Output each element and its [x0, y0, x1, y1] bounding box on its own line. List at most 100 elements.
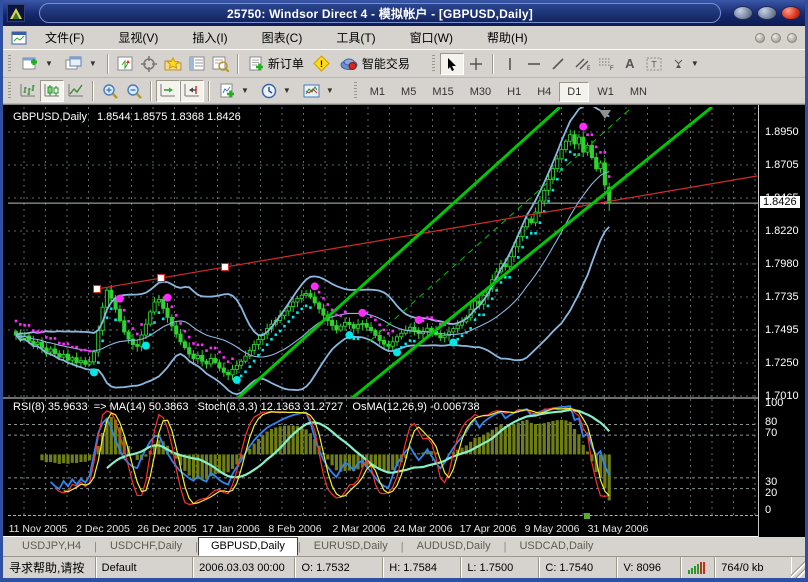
chart-ohlc-header: GBPUSD,Daily 1.8544 1.8575 1.8368 1.8426: [13, 111, 241, 123]
timeframe-H4[interactable]: H4: [529, 82, 559, 102]
text-label-tool[interactable]: T: [642, 53, 666, 75]
status-bar: 寻求帮助,请按 Default 2006.03.03 00:00 O: 1.75…: [3, 556, 805, 578]
connection-signal-icon: [681, 557, 715, 578]
mdi-close-button[interactable]: [787, 33, 797, 43]
favorites-icon[interactable]: [161, 53, 185, 75]
chart-tab[interactable]: USDCAD,Daily: [506, 537, 606, 556]
main-price-chart[interactable]: [8, 107, 758, 397]
resize-grip[interactable]: [791, 557, 805, 578]
status-close: C: 1.7540: [539, 557, 617, 578]
alert-icon[interactable]: !: [310, 53, 334, 75]
timeframe-M5[interactable]: M5: [393, 82, 424, 102]
expert-advisors-button[interactable]: 智能交易: [334, 53, 416, 75]
periods-button[interactable]: ▼: [255, 80, 297, 102]
text-tool[interactable]: A: [618, 53, 642, 75]
crosshair-tool-button[interactable]: [464, 53, 488, 75]
app-logo-icon: [7, 4, 25, 22]
toolbar-separator: [492, 54, 494, 74]
indicator-pane[interactable]: [8, 399, 758, 515]
price-axis-label: 1.7735: [765, 291, 799, 303]
timeframe-M30[interactable]: M30: [462, 82, 499, 102]
equidistant-channel-tool[interactable]: E: [570, 53, 594, 75]
svg-text:!: !: [320, 59, 323, 69]
toolbar-grip[interactable]: [8, 82, 11, 100]
menu-bar: 文件(F) 显视(V) 插入(I) 图表(C) 工具(T) 窗口(W) 帮助(H): [3, 26, 805, 50]
toolbar-separator: [107, 54, 109, 74]
indicator-scale-label: 0: [765, 504, 771, 516]
toolbar-grip[interactable]: [8, 55, 11, 73]
new-chart-button[interactable]: ▼: [16, 53, 59, 75]
timeframe-D1[interactable]: D1: [559, 82, 589, 102]
zoom-in-button[interactable]: [98, 80, 122, 102]
status-volume: V: 8096: [617, 557, 681, 578]
auto-scroll-button[interactable]: [156, 80, 180, 102]
indicators-button[interactable]: ▼: [214, 80, 255, 102]
timeframe-MN[interactable]: MN: [622, 82, 655, 102]
time-axis-label: 26 Dec 2005: [137, 523, 197, 535]
status-profile[interactable]: Default: [96, 557, 193, 578]
arrows-tool[interactable]: ▼: [666, 53, 705, 75]
timeframe-M15[interactable]: M15: [424, 82, 461, 102]
toolbar-separator: [237, 54, 239, 74]
chart-shift-button[interactable]: [180, 80, 204, 102]
chart-symbol-label: GBPUSD,Daily: [13, 111, 87, 123]
market-watch-icon[interactable]: [185, 53, 209, 75]
trendline-tool[interactable]: [546, 53, 570, 75]
toolbar-separator: [150, 81, 152, 101]
indicator-scale-label: 100: [765, 397, 783, 409]
crosshair-target-icon[interactable]: [137, 53, 161, 75]
bar-chart-button[interactable]: [16, 80, 40, 102]
fibonacci-tool[interactable]: F: [594, 53, 618, 75]
window-title: 25750: Windsor Direct 4 - 模拟帐户 - [GBPUSD…: [227, 5, 533, 22]
menu-item[interactable]: 帮助(H): [477, 28, 538, 48]
status-high: H: 1.7584: [383, 557, 461, 578]
chart-tab[interactable]: AUDUSD,Daily: [404, 537, 504, 556]
expert-advisors-label: 智能交易: [362, 55, 410, 72]
close-button[interactable]: [781, 6, 801, 20]
menu-item[interactable]: 工具(T): [326, 28, 385, 48]
chart-area[interactable]: GBPUSD,Daily1.8544 1.8575 1.8368 1.8426 …: [3, 104, 805, 536]
price-axis-label: 1.7495: [765, 324, 799, 336]
timeframe-H1[interactable]: H1: [499, 82, 529, 102]
chart-tab[interactable]: GBPUSD,Daily: [198, 537, 298, 556]
chart-tabs-bar: USDJPY,H4|USDCHF,Daily|GBPUSD,Daily|EURU…: [3, 536, 805, 556]
chart-tab[interactable]: USDCHF,Daily: [97, 537, 195, 556]
time-axis-label: 9 May 2006: [525, 523, 580, 535]
menu-item[interactable]: 插入(I): [182, 28, 237, 48]
svg-text:T: T: [651, 59, 657, 69]
chart-ohlc-values: 1.8544 1.8575 1.8368 1.8426: [97, 111, 241, 123]
time-axis-label: 17 Apr 2006: [460, 523, 517, 535]
toolbar-grip[interactable]: [354, 82, 357, 100]
minimize-button[interactable]: [733, 6, 753, 20]
timeframe-M1[interactable]: M1: [362, 82, 393, 102]
mdi-minimize-button[interactable]: [755, 33, 765, 43]
menu-item[interactable]: 显视(V): [108, 28, 168, 48]
status-datetime: 2006.03.03 00:00: [193, 557, 295, 578]
menu-item[interactable]: 图表(C): [252, 28, 313, 48]
maximize-button[interactable]: [757, 6, 777, 20]
timeframe-W1[interactable]: W1: [589, 82, 622, 102]
cursor-tool-button[interactable]: [440, 53, 464, 75]
zoom-out-button[interactable]: [122, 80, 146, 102]
new-order-button[interactable]: 新订单: [243, 53, 310, 75]
candlestick-button[interactable]: [40, 80, 64, 102]
chart-tab[interactable]: EURUSD,Daily: [301, 537, 401, 556]
profiles-button[interactable]: ▼: [59, 53, 103, 75]
chart-tab[interactable]: USDJPY,H4: [9, 537, 94, 556]
templates-button[interactable]: ▼: [297, 80, 340, 102]
price-axis-label: 1.8220: [765, 225, 799, 237]
line-chart-button[interactable]: [64, 80, 88, 102]
menu-item[interactable]: 窗口(W): [400, 28, 463, 48]
data-window-icon[interactable]: [209, 53, 233, 75]
toolbar-separator: [208, 81, 210, 101]
time-axis[interactable]: 11 Nov 20052 Dec 200526 Dec 200517 Jan 2…: [8, 522, 805, 537]
toolbar-grip[interactable]: [432, 55, 435, 73]
menu-item[interactable]: 文件(F): [35, 28, 94, 48]
tick-chart-icon[interactable]: [113, 53, 137, 75]
status-help: 寻求帮助,请按: [3, 557, 96, 578]
time-axis-ticks[interactable]: [8, 515, 758, 522]
price-axis[interactable]: 1.89501.87051.84651.82201.79801.77351.74…: [758, 105, 805, 537]
mdi-restore-button[interactable]: [771, 33, 781, 43]
horizontal-line-tool[interactable]: [522, 53, 546, 75]
vertical-line-tool[interactable]: [498, 53, 522, 75]
